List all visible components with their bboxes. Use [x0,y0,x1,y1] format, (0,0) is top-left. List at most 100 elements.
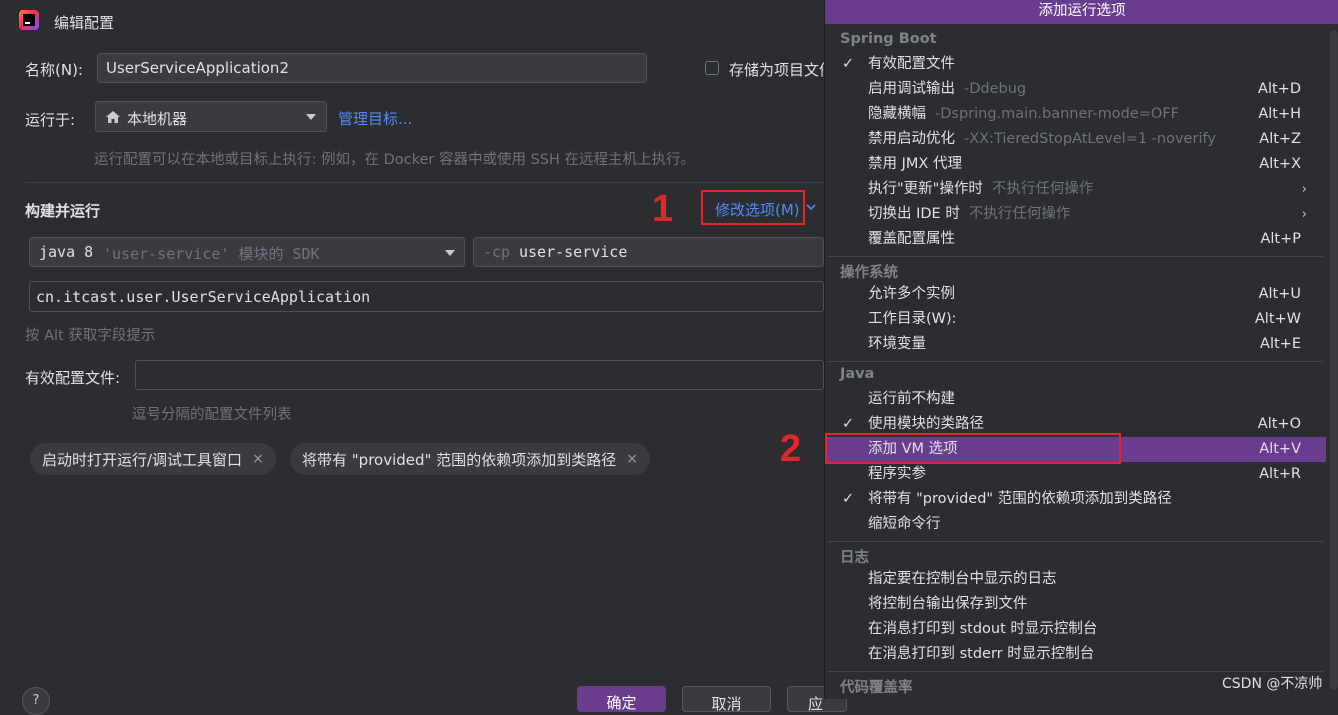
close-icon[interactable]: × [252,451,264,467]
menu-item-hint: -Dspring.main.banner-mode=OFF [935,106,1180,122]
menu-item-disable-launch-optimization[interactable]: 禁用启动优化 -XX:TieredStopAtLevel=1 -noverify … [825,127,1338,152]
menu-item-hint: 不执行任何操作 [991,181,1094,197]
menu-item-label: 工作目录(W): [868,311,957,327]
sdk-select[interactable]: java 8 'user-service' 模块的 SDK [29,237,465,267]
chevron-down-icon [445,250,455,256]
menu-item-specify-logs[interactable]: 指定要在控制台中显示的日志 [825,567,1338,592]
menu-item-label: 覆盖配置属性 [868,231,955,247]
menu-separator [828,256,1323,257]
active-profiles-input[interactable] [135,360,824,390]
check-icon: ✓ [842,56,855,72]
help-icon-glyph: ? [32,693,40,708]
active-profiles-hint: 逗号分隔的配置文件列表 [132,407,292,423]
menu-item-environment-variables[interactable]: 环境变量 Alt+E [825,332,1338,357]
menu-item-label: 在消息打印到 stderr 时显示控制台 [868,646,1095,662]
chevron-right-icon: › [1301,207,1307,222]
main-class-value: cn.itcast.user.UserServiceApplication [36,288,371,306]
modify-options-chevron-icon[interactable] [806,203,816,211]
menu-item-working-directory[interactable]: 工作目录(W): Alt+W [825,307,1338,332]
menu-item-label: 启用调试输出 [868,81,955,97]
option-chip-open-run-window: 启动时打开运行/调试工具窗口 × [30,443,276,475]
menu-item-do-not-build[interactable]: 运行前不构建 [825,387,1338,412]
check-icon: ✓ [842,491,855,507]
name-input[interactable]: UserServiceApplication2 [97,53,647,83]
manage-targets-link[interactable]: 管理目标... [338,108,412,129]
classpath-select[interactable]: -cp user-service [473,237,824,267]
menu-item-shorten-command-line[interactable]: 缩短命令行 [825,512,1338,537]
menu-item-enable-debug-output[interactable]: 启用调试输出 -Ddebug Alt+D [825,77,1338,102]
menu-item-label: 程序实参 [868,466,926,482]
menu-item-label: 指定要在控制台中显示的日志 [868,571,1057,587]
main-class-input[interactable]: cn.itcast.user.UserServiceApplication [29,281,824,312]
build-and-run-heading: 构建并运行 [25,202,101,220]
menu-item-program-arguments[interactable]: 程序实参 Alt+R [825,462,1338,487]
menu-item-on-frame-deactivation[interactable]: 切换出 IDE 时不执行任何操作 › [825,202,1338,227]
menu-item-disable-jmx-agent[interactable]: 禁用 JMX 代理 Alt+X [825,152,1338,177]
menu-item-label: 执行"更新"操作时 [868,181,983,197]
group-spring-boot: Spring Boot [840,31,937,47]
menu-item-save-console-output[interactable]: 将控制台输出保存到文件 [825,592,1338,617]
menu-item-shortcut: Alt+O [1257,416,1301,432]
menu-separator [828,541,1323,542]
menu-item-show-console-stderr[interactable]: 在消息打印到 stderr 时显示控制台 [825,642,1338,667]
menu-item-shortcut: Alt+W [1254,311,1301,327]
menu-separator [828,671,1323,672]
store-as-project-file-label: 存储为项目文件 [729,61,824,79]
chevron-down-icon [306,114,316,120]
section-divider [25,182,824,183]
menu-item-label: 允许多个实例 [868,286,955,302]
annotation-number-2: 2 [780,428,802,470]
menu-item-shortcut: Alt+V [1259,441,1301,457]
watermark: CSDN @不凉帅 [1222,676,1323,692]
active-profiles-label: 有效配置文件: [25,369,121,387]
menu-item-active-profiles[interactable]: ✓ 有效配置文件 [825,52,1338,77]
menu-item-show-console-stdout[interactable]: 在消息打印到 stdout 时显示控制台 [825,617,1338,642]
menu-item-override-properties[interactable]: 覆盖配置属性 Alt+P [825,227,1338,252]
annotation-box-add-vm-options [825,433,1121,464]
menu-item-hint: 不执行任何操作 [968,206,1071,222]
name-label: 名称(N): [25,61,83,79]
menu-item-label: 禁用启动优化 [868,131,955,147]
menu-item-label: 运行前不构建 [868,391,955,407]
menu-item-shortcut: Alt+D [1258,81,1301,97]
menu-item-hint: -XX:TieredStopAtLevel=1 -noverify [964,131,1216,147]
menu-item-shortcut: Alt+H [1258,106,1301,122]
menu-item-shortcut: Alt+Z [1259,131,1301,147]
option-chip-provided-scope: 将带有 "provided" 范围的依赖项添加到类路径 × [290,443,650,475]
menu-item-label: 隐藏横幅 [868,106,926,122]
menu-item-label: 环境变量 [868,336,926,352]
chip-label: 将带有 "provided" 范围的依赖项添加到类路径 [302,450,617,469]
menu-item-shortcut: Alt+P [1260,231,1301,247]
cancel-button[interactable]: 取消 [682,686,771,713]
sdk-select-java: java 8 [39,243,94,261]
dialog-titlebar: 编辑配置 [0,0,824,42]
menu-separator [828,361,1323,362]
classpath-value: user-service [519,243,628,261]
intellij-logo-icon [19,10,39,30]
store-as-project-file-checkbox[interactable] [705,61,719,75]
menu-item-add-provided-scope[interactable]: ✓ 将带有 "provided" 范围的依赖项添加到类路径 [825,487,1338,512]
help-icon[interactable]: ? [22,687,50,715]
classpath-flag: -cp [483,243,511,261]
modify-options-link[interactable]: 修改选项(M) [715,199,800,220]
name-input-value: UserServiceApplication2 [106,59,289,77]
popup-header: 添加运行选项 [825,0,1338,24]
group-coverage: 代码覆盖率 [840,680,913,696]
ok-button[interactable]: 确定 [577,686,666,712]
menu-item-label: 在消息打印到 stdout 时显示控制台 [868,621,1098,637]
chip-label: 启动时打开运行/调试工具窗口 [42,450,243,469]
menu-item-label: 有效配置文件 [868,56,955,72]
run-on-hint: 运行配置可以在本地或目标上执行: 例如，在 Docker 容器中或使用 SSH … [94,152,696,168]
run-on-label: 运行于: [25,111,76,129]
menu-item-hide-banner[interactable]: 隐藏横幅 -Dspring.main.banner-mode=OFF Alt+H [825,102,1338,127]
chevron-right-icon: › [1301,182,1307,197]
menu-item-allow-multiple-instances[interactable]: 允许多个实例 Alt+U [825,282,1338,307]
menu-item-label: 将带有 "provided" 范围的依赖项添加到类路径 [868,491,1172,507]
menu-item-hint: -Ddebug [964,81,1027,97]
menu-item-label: 切换出 IDE 时 [868,206,960,222]
run-on-select[interactable]: 本地机器 [95,101,327,132]
group-os: 操作系统 [840,265,898,281]
menu-item-shortcut: Alt+E [1260,336,1301,352]
close-icon[interactable]: × [626,451,638,467]
menu-item-on-update-action[interactable]: 执行"更新"操作时 不执行任何操作 › [825,177,1338,202]
